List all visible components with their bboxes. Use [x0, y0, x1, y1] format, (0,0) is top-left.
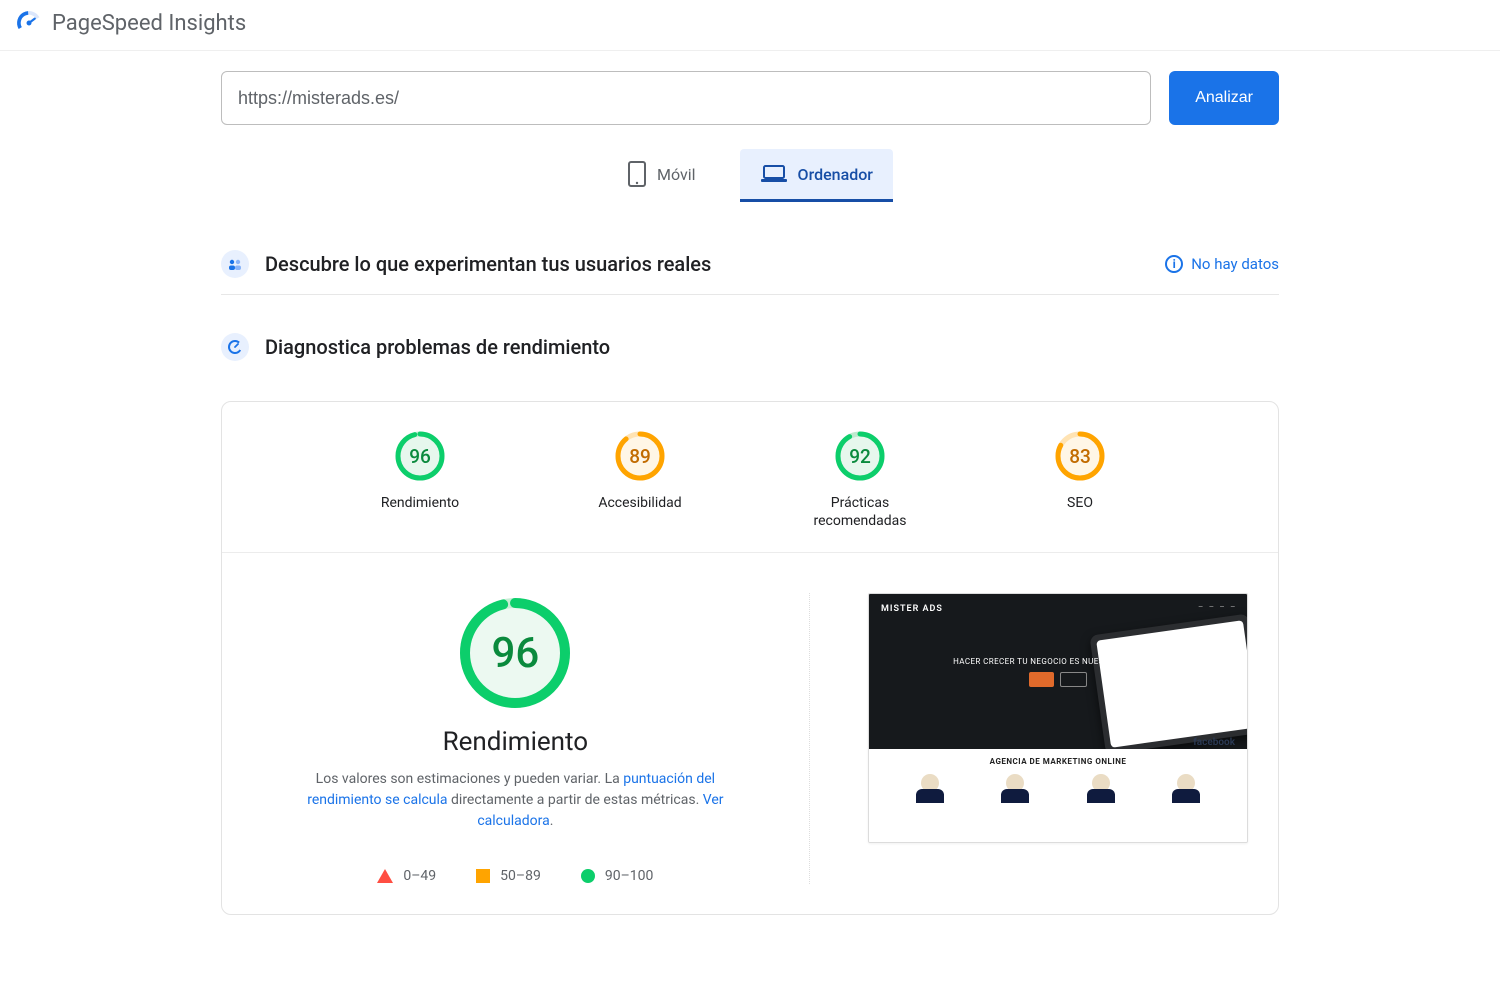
perf-desc-prefix: Los valores son estimaciones y pueden va…	[316, 771, 624, 787]
main-container: Analizar Móvil Ordenador	[205, 51, 1295, 915]
tab-desktop[interactable]: Ordenador	[740, 149, 893, 202]
performance-description: Los valores son estimaciones y pueden va…	[295, 769, 735, 832]
tab-mobile-label: Móvil	[657, 165, 696, 184]
section-real-users: Descubre lo que experimentan tus usuario…	[221, 230, 1279, 295]
legend-mid-label: 50–89	[500, 868, 541, 884]
screenshot-nav: ————	[1198, 604, 1235, 611]
real-users-title: Descubre lo que experimentan tus usuario…	[265, 252, 1149, 276]
legend-high: 90–100	[581, 868, 654, 884]
big-performance-title: Rendimiento	[443, 727, 589, 757]
mobile-icon	[627, 161, 647, 187]
square-icon	[476, 869, 490, 883]
gauge-performance[interactable]: 96 Rendimiento	[355, 430, 485, 530]
perf-desc-suffix: .	[550, 813, 554, 829]
gauge-icon	[221, 333, 249, 361]
screenshot-cta-secondary	[1060, 672, 1087, 687]
screenshot-phone-illustration	[1089, 614, 1248, 755]
search-row: Analizar	[221, 71, 1279, 125]
triangle-icon	[377, 869, 393, 883]
gauge-accessibility[interactable]: 89 Accesibilidad	[575, 430, 705, 530]
legend-mid: 50–89	[476, 868, 541, 884]
tab-mobile[interactable]: Móvil	[607, 149, 716, 202]
no-data-link[interactable]: i No hay datos	[1165, 255, 1279, 273]
gauge-accessibility-ring: 89	[614, 430, 666, 482]
tab-desktop-label: Ordenador	[798, 165, 873, 184]
no-data-label: No hay datos	[1191, 255, 1279, 273]
screenshot-hero: MISTER ADS ———— HACER CRECER TU NEGOCIO …	[869, 594, 1247, 749]
topbar: PageSpeed Insights	[0, 0, 1500, 51]
gauge-seo-ring: 83	[1054, 430, 1106, 482]
laptop-icon	[760, 164, 788, 184]
gauge-best-practices-ring: 92	[834, 430, 886, 482]
gauge-seo-score: 83	[1054, 430, 1106, 482]
screenshot-bottom: facebook AGENCIA DE MARKETING ONLINE	[869, 749, 1247, 842]
gauge-best-practices-label: Prácticas recomendadas	[795, 494, 925, 530]
legend-high-label: 90–100	[605, 868, 654, 884]
site-screenshot: MISTER ADS ———— HACER CRECER TU NEGOCIO …	[868, 593, 1248, 843]
big-performance-ring: 96	[455, 593, 575, 713]
users-icon	[221, 250, 249, 278]
device-tabs: Móvil Ordenador	[221, 149, 1279, 202]
screenshot-headline: HACER CRECER TU NEGOCIO ES NUESTRO OBJET…	[953, 657, 1163, 666]
analyze-button[interactable]: Analizar	[1169, 71, 1279, 125]
performance-summary: 96 Rendimiento Los valores son estimacio…	[252, 593, 810, 884]
screenshot-cta-primary	[1029, 672, 1054, 687]
circle-icon	[581, 869, 595, 883]
gauge-seo-label: SEO	[1067, 494, 1093, 512]
score-legend: 0–49 50–89 90–100	[377, 868, 653, 884]
url-input[interactable]	[221, 71, 1151, 125]
gauge-accessibility-label: Accesibilidad	[598, 494, 681, 512]
gauge-best-practices[interactable]: 92 Prácticas recomendadas	[795, 430, 925, 530]
gauge-performance-ring: 96	[394, 430, 446, 482]
gauge-seo[interactable]: 83 SEO	[1015, 430, 1145, 530]
gauge-accessibility-score: 89	[614, 430, 666, 482]
pagespeed-logo-icon	[16, 10, 42, 36]
diagnose-title: Diagnostica problemas de rendimiento	[265, 335, 1279, 359]
screenshot-avatars	[869, 774, 1247, 792]
screenshot-brand: MISTER ADS	[881, 604, 943, 614]
info-icon: i	[1165, 255, 1183, 273]
score-card: 96 Rendimiento 89 Accesibilidad	[221, 401, 1279, 915]
app-title: PageSpeed Insights	[52, 11, 246, 36]
legend-low-label: 0–49	[403, 868, 436, 884]
gauge-performance-score: 96	[394, 430, 446, 482]
performance-detail: 96 Rendimiento Los valores son estimacio…	[222, 553, 1278, 914]
gauge-performance-label: Rendimiento	[381, 494, 459, 512]
perf-desc-mid: directamente a partir de estas métricas.	[448, 792, 703, 808]
screenshot-cta-row	[1029, 672, 1087, 687]
gauge-best-practices-score: 92	[834, 430, 886, 482]
screenshot-subtitle: AGENCIA DE MARKETING ONLINE	[869, 757, 1247, 766]
screenshot-panel: MISTER ADS ———— HACER CRECER TU NEGOCIO …	[840, 593, 1248, 884]
screenshot-facebook-label: facebook	[1193, 737, 1235, 748]
section-diagnose: Diagnostica problemas de rendimiento	[221, 313, 1279, 377]
big-performance-score: 96	[455, 593, 575, 713]
gauges-row: 96 Rendimiento 89 Accesibilidad	[222, 402, 1278, 553]
legend-low: 0–49	[377, 868, 436, 884]
